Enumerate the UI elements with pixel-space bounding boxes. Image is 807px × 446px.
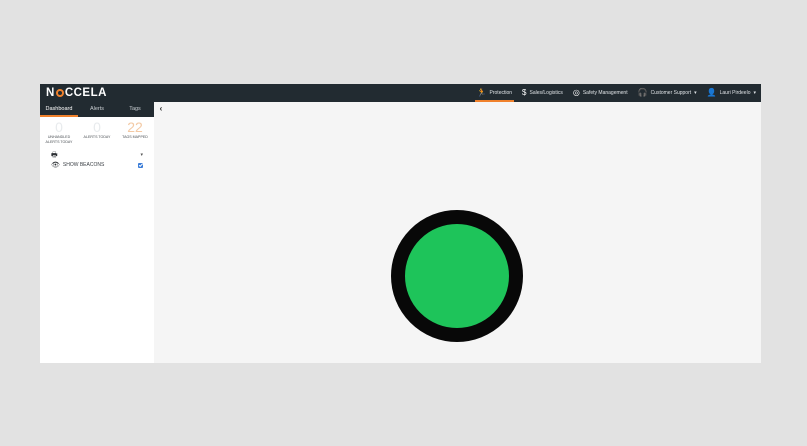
main-nav: 🏃 Protection $ Sales/Logistics ◎ Safety … xyxy=(472,84,761,102)
stat-tags-mapped: 22 TAGS MAPPED xyxy=(116,119,154,144)
nav-label: Protection xyxy=(489,90,513,96)
sidebar: Dashboard Alerts Tags 0 UNHANDLED ALERTS… xyxy=(40,102,154,363)
app-window: N CCELA 🏃 Protection $ Sales/Logistics ◎ … xyxy=(40,84,761,363)
gauge-icon: ◎ xyxy=(572,88,580,97)
chevron-down-icon: ▾ xyxy=(753,90,756,96)
eye-icon: 👁 xyxy=(51,161,60,169)
nav-label: Sales/Logistics xyxy=(529,90,563,96)
show-beacons-row: 👁 SHOW BEACONS xyxy=(51,160,143,170)
tab-dashboard[interactable]: Dashboard xyxy=(40,102,78,117)
nav-item-sales-logistics[interactable]: $ Sales/Logistics xyxy=(517,84,568,102)
nav-item-safety-management[interactable]: ◎ Safety Management xyxy=(568,84,633,102)
top-navigation-bar: N CCELA 🏃 Protection $ Sales/Logistics ◎ … xyxy=(40,84,761,102)
printer-icon[interactable]: 🖶 xyxy=(51,152,58,159)
running-person-icon: 🏃 xyxy=(476,88,487,97)
logo-ring-icon xyxy=(55,89,64,97)
nav-label: Customer Support xyxy=(650,90,692,96)
collapse-sidebar-icon[interactable]: ‹ xyxy=(154,102,168,114)
status-indicator-circle[interactable] xyxy=(391,210,523,342)
show-beacons-checkbox[interactable] xyxy=(138,162,143,168)
tab-alerts[interactable]: Alerts xyxy=(78,102,116,117)
stat-label: TAGS MAPPED xyxy=(122,135,148,139)
stat-unhandled-alerts: 0 UNHANDLED ALERTS TODAY xyxy=(40,119,78,144)
map-canvas[interactable] xyxy=(154,102,761,363)
stat-label: UNHANDLED ALERTS TODAY xyxy=(45,135,73,144)
chevron-down-icon: ▾ xyxy=(694,90,697,96)
user-icon: 👤 xyxy=(706,88,717,97)
chevron-down-icon[interactable]: ▾ xyxy=(140,152,143,158)
user-name: Lauri Pirdeelo xyxy=(719,90,751,96)
dashboard-stats: 0 UNHANDLED ALERTS TODAY 0 ALERTS TODAY … xyxy=(40,117,154,144)
tab-tags[interactable]: Tags xyxy=(116,102,154,117)
stat-alerts-today: 0 ALERTS TODAY xyxy=(78,119,116,144)
brand-logo[interactable]: N CCELA xyxy=(46,87,107,99)
nav-item-user-menu[interactable]: 👤 Lauri Pirdeelo ▾ xyxy=(702,84,761,102)
headset-icon: 🎧 xyxy=(637,88,648,97)
show-beacons-label-group: 👁 SHOW BEACONS xyxy=(51,162,104,169)
sidebar-tabs: Dashboard Alerts Tags xyxy=(40,102,154,117)
stat-value: 0 xyxy=(93,119,101,135)
logo-prefix: N xyxy=(46,87,55,99)
stat-value: 0 xyxy=(55,119,63,135)
stat-value: 22 xyxy=(127,119,143,135)
nav-label: Safety Management xyxy=(582,90,628,96)
print-row: 🖶 ▾ xyxy=(51,150,143,160)
logo-suffix: CCELA xyxy=(64,87,107,99)
dollar-icon: $ xyxy=(522,88,527,97)
show-beacons-label: SHOW BEACONS xyxy=(62,162,105,169)
map-tools: 🖶 ▾ 👁 SHOW BEACONS xyxy=(40,150,154,170)
nav-item-customer-support[interactable]: 🎧 Customer Support ▾ xyxy=(633,84,702,102)
nav-item-protection[interactable]: 🏃 Protection xyxy=(472,84,517,102)
stat-label: ALERTS TODAY xyxy=(83,135,111,139)
